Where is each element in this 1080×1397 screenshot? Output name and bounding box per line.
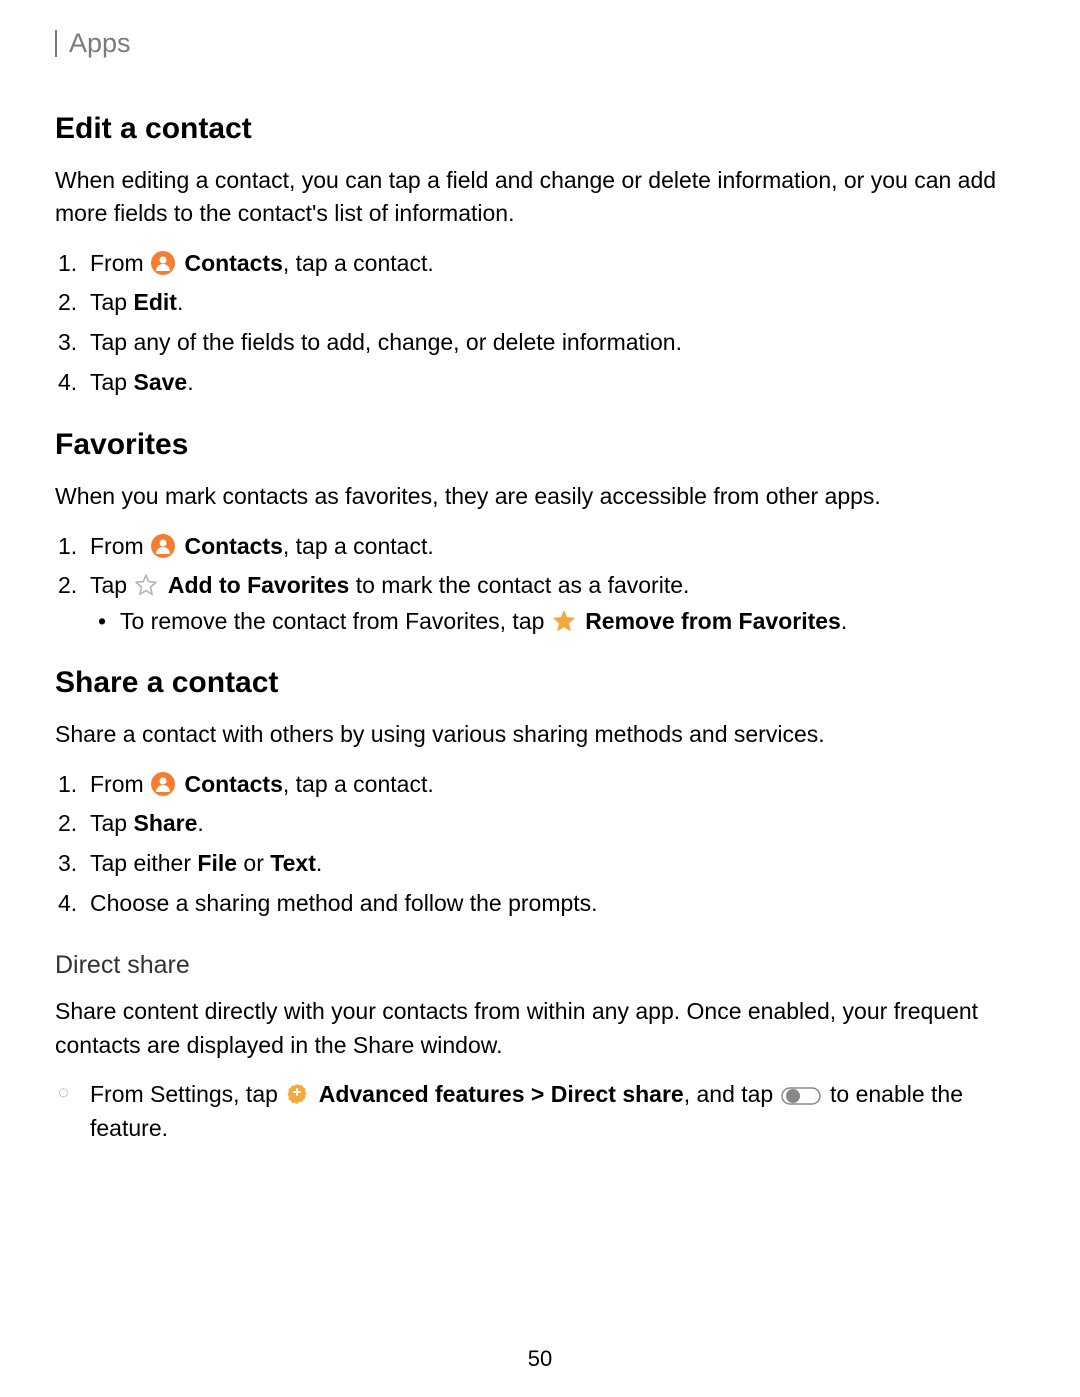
steps-share-contact: From Contacts, tap a contact. Tap Share.… — [55, 767, 1025, 922]
steps-favorites: From Contacts, tap a contact. Tap Add to… — [55, 529, 1025, 639]
save-label: Save — [133, 369, 187, 395]
sub-bullets: To remove the contact from Favorites, ta… — [90, 604, 1025, 639]
step-2: Tap Edit. — [90, 285, 1025, 321]
text: Tap either — [90, 850, 197, 876]
contacts-label: Contacts — [184, 771, 282, 797]
direct-share-bullets: From Settings, tap Advanced features > D… — [55, 1077, 1025, 1146]
arrow: > — [525, 1081, 551, 1107]
step-4: Choose a sharing method and follow the p… — [90, 886, 1025, 922]
star-outline-icon — [134, 572, 158, 596]
text: . — [316, 850, 322, 876]
text: . — [177, 289, 183, 315]
step-3: Tap any of the fields to add, change, or… — [90, 325, 1025, 361]
text: Tap — [90, 810, 133, 836]
intro-share-contact: Share a contact with others by using var… — [55, 718, 1025, 751]
toggle-off-icon — [781, 1083, 821, 1107]
edit-label: Edit — [133, 289, 176, 315]
step-1: From Contacts, tap a contact. — [90, 246, 1025, 282]
text: From — [90, 533, 150, 559]
text: or — [237, 850, 270, 876]
advanced-features-label: Advanced features — [319, 1081, 525, 1107]
direct-share-label: Direct share — [551, 1081, 684, 1107]
step-3: Tap either File or Text. — [90, 846, 1025, 882]
contacts-label: Contacts — [184, 533, 282, 559]
intro-favorites: When you mark contacts as favorites, the… — [55, 480, 1025, 513]
text: Tap — [90, 572, 133, 598]
step-2: Tap Share. — [90, 806, 1025, 842]
section-favorites: Favorites When you mark contacts as favo… — [55, 428, 1025, 638]
page-number: 50 — [0, 1346, 1080, 1372]
text: , and tap — [684, 1081, 780, 1107]
add-favorites-label: Add to Favorites — [168, 572, 349, 598]
sub-bullet-1: To remove the contact from Favorites, ta… — [120, 604, 1025, 639]
text: , tap a contact. — [283, 250, 434, 276]
step-2: Tap Add to Favorites to mark the contact… — [90, 568, 1025, 638]
advanced-features-icon — [285, 1081, 309, 1105]
step-1: From Contacts, tap a contact. — [90, 529, 1025, 565]
section-edit-contact: Edit a contact When editing a contact, y… — [55, 112, 1025, 400]
heading-favorites: Favorites — [55, 428, 1025, 462]
text: . — [187, 369, 193, 395]
text: , tap a contact. — [283, 771, 434, 797]
heading-edit-contact: Edit a contact — [55, 112, 1025, 146]
text: From — [90, 771, 150, 797]
text: From — [90, 250, 150, 276]
text-label: Text — [270, 850, 316, 876]
text: To remove the contact from Favorites, ta… — [120, 608, 551, 634]
text: From Settings, tap — [90, 1081, 284, 1107]
remove-favorites-label: Remove from Favorites — [585, 608, 841, 634]
heading-direct-share: Direct share — [55, 951, 1025, 980]
file-label: File — [197, 850, 237, 876]
step-1: From Contacts, tap a contact. — [90, 767, 1025, 803]
contacts-label: Contacts — [184, 250, 282, 276]
intro-direct-share: Share content directly with your contact… — [55, 995, 1025, 1062]
intro-edit-contact: When editing a contact, you can tap a fi… — [55, 164, 1025, 231]
contacts-icon — [151, 533, 175, 557]
text: . — [841, 608, 847, 634]
bullet-1: From Settings, tap Advanced features > D… — [90, 1077, 1025, 1146]
text: Tap — [90, 369, 133, 395]
contacts-icon — [151, 771, 175, 795]
text: to mark the contact as a favorite. — [349, 572, 689, 598]
breadcrumb: Apps — [55, 30, 1025, 57]
share-label: Share — [133, 810, 197, 836]
step-4: Tap Save. — [90, 365, 1025, 401]
section-share-contact: Share a contact Share a contact with oth… — [55, 666, 1025, 1146]
text: . — [197, 810, 203, 836]
star-filled-icon — [552, 608, 576, 632]
text: , tap a contact. — [283, 533, 434, 559]
steps-edit-contact: From Contacts, tap a contact. Tap Edit. … — [55, 246, 1025, 401]
contacts-icon — [151, 250, 175, 274]
text: Tap — [90, 289, 133, 315]
heading-share-contact: Share a contact — [55, 666, 1025, 700]
